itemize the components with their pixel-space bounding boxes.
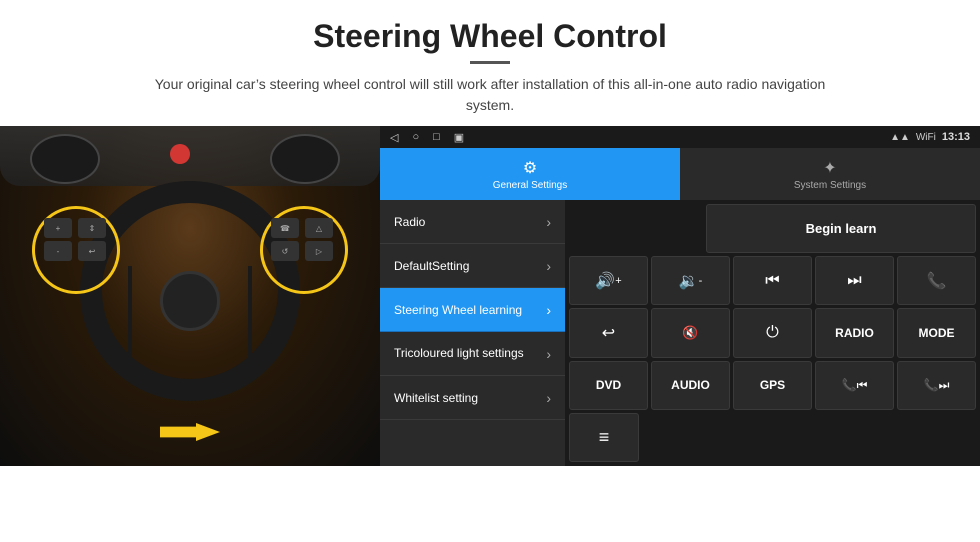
content-row: + ⇕ - ↩ ☎ △ ↺ ▷ ◁ ○ <box>0 126 980 466</box>
mode-button[interactable]: MODE <box>897 308 976 357</box>
tab-bar: ⚙ General Settings ✦ System Settings <box>380 148 980 200</box>
menu-default-label: DefaultSetting <box>394 259 469 273</box>
empty-cell-0 <box>569 204 703 253</box>
arrow-indicator <box>160 423 220 441</box>
phone-next-button[interactable]: 📞⏭ <box>897 361 976 410</box>
prev-track-button[interactable]: ⏮ <box>733 256 812 305</box>
menu-whitelist-label: Whitelist setting <box>394 391 478 405</box>
system-settings-label: System Settings <box>794 180 866 191</box>
menu-tricoloured-label: Tricoloured light settings <box>394 346 524 362</box>
home-icon[interactable]: ○ <box>412 131 419 143</box>
grid-row-4: ≡ <box>569 413 976 462</box>
system-settings-icon: ✦ <box>823 158 836 178</box>
page-header: Steering Wheel Control Your original car… <box>0 0 980 126</box>
cast-icon[interactable]: ▣ <box>454 131 464 144</box>
phone-answer-button[interactable]: 📞 <box>897 256 976 305</box>
android-main: Radio › DefaultSetting › Steering Wheel … <box>380 200 980 466</box>
menu-steering-arrow: › <box>546 302 551 318</box>
tab-general[interactable]: ⚙ General Settings <box>380 148 680 200</box>
mute-button[interactable]: 🔇 <box>651 308 730 357</box>
nav-icons: ◁ ○ □ ▣ <box>390 131 464 144</box>
back-icon[interactable]: ◁ <box>390 131 398 144</box>
vol-down-button[interactable]: 🔉- <box>651 256 730 305</box>
grid-row-3: DVD AUDIO GPS 📞⏮ 📞⏭ <box>569 361 976 410</box>
power-button[interactable]: ⏻ <box>733 308 812 357</box>
general-settings-icon: ⚙ <box>523 158 537 178</box>
menu-item-whitelist[interactable]: Whitelist setting › <box>380 376 565 420</box>
title-divider <box>470 61 510 64</box>
left-menu: Radio › DefaultSetting › Steering Wheel … <box>380 200 565 466</box>
menu-item-radio[interactable]: Radio › <box>380 200 565 244</box>
general-settings-label: General Settings <box>493 180 568 191</box>
wifi-icon: WiFi <box>916 132 936 143</box>
signal-icon: ▲▲ <box>890 132 910 143</box>
status-right: ▲▲ WiFi 13:13 <box>890 131 970 143</box>
radio-button[interactable]: RADIO <box>815 308 894 357</box>
menu-item-default[interactable]: DefaultSetting › <box>380 244 565 288</box>
next-track-button[interactable]: ⏭ <box>815 256 894 305</box>
android-panel: ◁ ○ □ ▣ ▲▲ WiFi 13:13 ⚙ General Settings… <box>380 126 980 466</box>
car-image-section: + ⇕ - ↩ ☎ △ ↺ ▷ <box>0 126 380 466</box>
tab-system[interactable]: ✦ System Settings <box>680 148 980 200</box>
page-title: Steering Wheel Control <box>40 18 940 55</box>
status-bar: ◁ ○ □ ▣ ▲▲ WiFi 13:13 <box>380 126 980 148</box>
menu-whitelist-arrow: › <box>546 390 551 406</box>
vol-up-button[interactable]: 🔊+ <box>569 256 648 305</box>
menu-tricoloured-arrow: › <box>546 346 551 362</box>
dvd-button[interactable]: DVD <box>569 361 648 410</box>
right-grid: Begin learn 🔊+ 🔉- ⏮ ⏭ 📞 ↩ 🔇 ⏻ RADIO <box>565 200 980 466</box>
grid-row-1: 🔊+ 🔉- ⏮ ⏭ 📞 <box>569 256 976 305</box>
menu-radio-label: Radio <box>394 215 425 229</box>
audio-button[interactable]: AUDIO <box>651 361 730 410</box>
page-subtitle: Your original car’s steering wheel contr… <box>140 74 840 116</box>
menu-item-tricoloured[interactable]: Tricoloured light settings › <box>380 332 565 376</box>
menu-radio-arrow: › <box>546 214 551 230</box>
gps-button[interactable]: GPS <box>733 361 812 410</box>
list-icon-button[interactable]: ≡ <box>569 413 639 462</box>
menu-item-steering[interactable]: Steering Wheel learning › <box>380 288 565 332</box>
time-display: 13:13 <box>942 131 970 143</box>
begin-learn-button[interactable]: Begin learn <box>706 204 976 253</box>
recent-icon[interactable]: □ <box>433 131 440 143</box>
phone-prev-button[interactable]: 📞⏮ <box>815 361 894 410</box>
menu-default-arrow: › <box>546 258 551 274</box>
grid-row-0: Begin learn <box>569 204 976 253</box>
menu-steering-label: Steering Wheel learning <box>394 303 522 317</box>
grid-row-2: ↩ 🔇 ⏻ RADIO MODE <box>569 308 976 357</box>
back-button[interactable]: ↩ <box>569 308 648 357</box>
